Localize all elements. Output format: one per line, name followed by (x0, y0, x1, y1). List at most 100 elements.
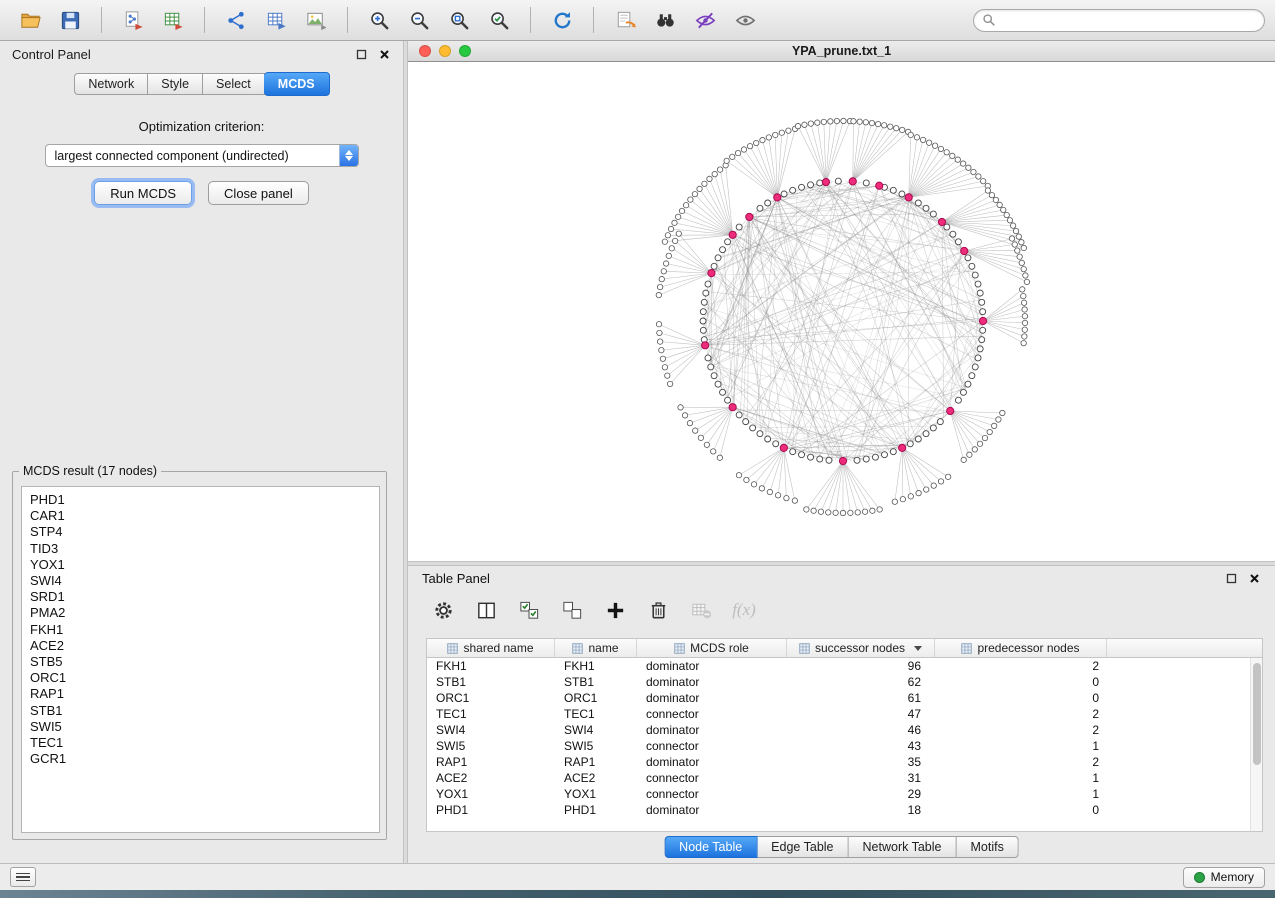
optimization-criterion-label: Optimization criterion: (0, 119, 403, 134)
column-header-MCDS-role[interactable]: MCDS role (637, 639, 787, 657)
float-table-panel-icon[interactable] (1225, 572, 1238, 585)
mcds-result-item[interactable]: TEC1 (30, 735, 371, 751)
refresh-layout-button[interactable] (542, 3, 582, 37)
close-window-button[interactable] (419, 45, 431, 57)
task-history-button[interactable] (10, 867, 36, 887)
tab-node-table[interactable]: Node Table (664, 836, 757, 858)
run-mcds-button[interactable]: Run MCDS (94, 181, 192, 205)
table-row[interactable]: RAP1RAP1dominator352 (427, 754, 1262, 770)
mcds-result-item[interactable]: PHD1 (30, 492, 371, 508)
close-panel-icon[interactable] (378, 48, 391, 61)
table-row[interactable]: SWI4SWI4dominator462 (427, 722, 1262, 738)
table-cell: FKH1 (555, 659, 637, 673)
table-cell: connector (637, 707, 787, 721)
table-scrollbar-thumb[interactable] (1253, 663, 1261, 765)
network-graph[interactable] (408, 62, 1275, 561)
deselect-all-button[interactable] (559, 597, 585, 623)
mcds-result-item[interactable]: STP4 (30, 524, 371, 540)
hide-selected-button[interactable] (685, 3, 725, 37)
table-cell: 31 (787, 771, 935, 785)
tab-network[interactable]: Network (74, 73, 148, 95)
tab-motifs[interactable]: Motifs (956, 836, 1018, 858)
close-panel-button[interactable]: Close panel (208, 181, 309, 205)
attribute-type-icon (961, 643, 972, 654)
mcds-result-item[interactable]: GCR1 (30, 751, 371, 767)
mcds-result-item[interactable]: RAP1 (30, 686, 371, 702)
table-cell: ORC1 (427, 691, 555, 705)
save-session-button[interactable] (50, 3, 90, 37)
mcds-result-list[interactable]: PHD1CAR1STP4TID3YOX1SWI4SRD1PMA2FKH1ACE2… (21, 486, 380, 833)
add-column-button[interactable] (602, 597, 628, 623)
mcds-result-item[interactable]: SWI4 (30, 573, 371, 589)
table-panel-header: Table Panel (408, 566, 1275, 590)
network-canvas[interactable] (408, 62, 1275, 561)
table-scrollbar[interactable] (1250, 658, 1262, 831)
memory-status-icon (1194, 872, 1205, 883)
column-header-predecessor-nodes[interactable]: predecessor nodes (935, 639, 1107, 657)
dropdown-stepper-icon[interactable] (339, 145, 358, 166)
new-table-button[interactable] (256, 3, 296, 37)
panel-columns-button[interactable] (473, 597, 499, 623)
table-row[interactable]: ORC1ORC1dominator610 (427, 690, 1262, 706)
table-cell: 1 (935, 771, 1107, 785)
criterion-dropdown[interactable]: largest connected component (undirected) (45, 144, 359, 167)
search-input[interactable] (1001, 13, 1256, 27)
search-field[interactable] (973, 9, 1265, 32)
table-cell: 29 (787, 787, 935, 801)
show-all-button[interactable] (725, 3, 765, 37)
zoom-in-button[interactable] (359, 3, 399, 37)
table-row[interactable]: YOX1YOX1connector291 (427, 786, 1262, 802)
table-cell: YOX1 (555, 787, 637, 801)
new-network-button[interactable] (216, 3, 256, 37)
table-row[interactable]: SWI5SWI5connector431 (427, 738, 1262, 754)
mcds-result-item[interactable]: STB5 (30, 654, 371, 670)
tab-mcds[interactable]: MCDS (264, 72, 330, 96)
table-cell: 18 (787, 803, 935, 817)
column-header-successor-nodes[interactable]: successor nodes (787, 639, 935, 657)
table-row[interactable]: TEC1TEC1connector472 (427, 706, 1262, 722)
mcds-result-item[interactable]: SWI5 (30, 719, 371, 735)
zoom-fit-button[interactable] (439, 3, 479, 37)
import-table-button[interactable] (153, 3, 193, 37)
table-row[interactable]: STB1STB1dominator620 (427, 674, 1262, 690)
mcds-result-item[interactable]: SRD1 (30, 589, 371, 605)
minimize-window-button[interactable] (439, 45, 451, 57)
tab-edge-table[interactable]: Edge Table (757, 836, 848, 858)
table-cell: dominator (637, 803, 787, 817)
mcds-result-item[interactable]: FKH1 (30, 622, 371, 638)
sort-dropdown-icon[interactable] (914, 646, 922, 651)
close-table-panel-icon[interactable] (1248, 572, 1261, 585)
zoom-out-button[interactable] (399, 3, 439, 37)
tab-network-table[interactable]: Network Table (849, 836, 957, 858)
table-cell: dominator (637, 723, 787, 737)
memory-button[interactable]: Memory (1183, 867, 1265, 888)
mcds-result-item[interactable]: YOX1 (30, 557, 371, 573)
table-cell: dominator (637, 755, 787, 769)
tab-select[interactable]: Select (203, 73, 265, 95)
table-row[interactable]: PHD1PHD1dominator180 (427, 802, 1262, 818)
gear-button[interactable] (430, 597, 456, 623)
toolbar-buttons (10, 3, 765, 37)
float-panel-icon[interactable] (355, 48, 368, 61)
mcds-result-item[interactable]: STB1 (30, 703, 371, 719)
mcds-result-item[interactable]: CAR1 (30, 508, 371, 524)
mcds-result-item[interactable]: PMA2 (30, 605, 371, 621)
delete-column-button[interactable] (645, 597, 671, 623)
mcds-result-item[interactable]: ORC1 (30, 670, 371, 686)
column-header-shared-name[interactable]: shared name (427, 639, 555, 657)
table-row[interactable]: FKH1FKH1dominator962 (427, 658, 1262, 674)
column-header-name[interactable]: name (555, 639, 637, 657)
zoom-selected-button[interactable] (479, 3, 519, 37)
maximize-window-button[interactable] (459, 45, 471, 57)
table-row[interactable]: ACE2ACE2connector311 (427, 770, 1262, 786)
import-network-button[interactable] (113, 3, 153, 37)
mcds-result-item[interactable]: ACE2 (30, 638, 371, 654)
find-button[interactable] (645, 3, 685, 37)
tab-style[interactable]: Style (148, 73, 203, 95)
select-all-button[interactable] (516, 597, 542, 623)
network-window-titlebar[interactable]: YPA_prune.txt_1 (408, 41, 1275, 62)
export-image-button[interactable] (296, 3, 336, 37)
open-file-button[interactable] (10, 3, 50, 37)
snapshot-button[interactable] (605, 3, 645, 37)
mcds-result-item[interactable]: TID3 (30, 541, 371, 557)
